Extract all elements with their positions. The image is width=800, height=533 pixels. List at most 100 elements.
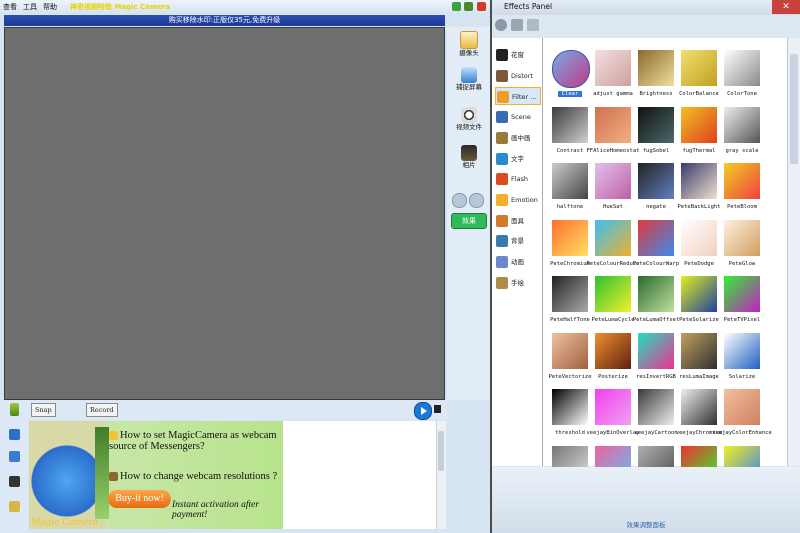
effect-thumbnail (724, 163, 760, 199)
wizard-icon[interactable] (9, 451, 20, 462)
effect-thumbnail (681, 332, 717, 369)
advertisement[interactable]: Magic Camera How to set MagicCamera as w… (29, 421, 283, 529)
category-item[interactable]: 手绘 (495, 274, 541, 292)
play-icon[interactable] (414, 402, 432, 420)
effect-thumbnail (724, 389, 760, 425)
photo-button[interactable]: 相片 (449, 145, 489, 169)
stop-icon[interactable] (434, 405, 441, 413)
window-mode-icon[interactable] (464, 2, 473, 11)
effect-item[interactable]: gray scale (720, 105, 764, 159)
info-icon[interactable] (9, 429, 20, 440)
effect-label: PeteBloom (727, 204, 757, 210)
effect-item[interactable]: Solarize (720, 331, 764, 385)
effect-thumbnail (595, 163, 631, 199)
ad-scrollbar[interactable] (436, 421, 446, 529)
pin-icon[interactable] (10, 403, 19, 416)
ad-logo: Magic Camera (31, 518, 98, 528)
category-item[interactable]: Scene (495, 108, 541, 126)
effects-scroll-thumb[interactable] (790, 54, 798, 164)
category-item[interactable]: 画中画 (495, 129, 541, 147)
category-label: 文字 (511, 154, 524, 163)
ad-scroll-thumb[interactable] (438, 431, 444, 471)
category-item[interactable]: 背景 (495, 232, 541, 250)
effect-thumbnail (724, 276, 760, 312)
ad-side-rail (0, 421, 28, 533)
control-bar: Snap Record (0, 400, 447, 420)
category-item[interactable]: 文字 (495, 150, 541, 168)
next-icon[interactable] (469, 193, 484, 208)
ad-link-webcam-source[interactable]: How to set MagicCamera as webcam source … (109, 430, 281, 452)
effect-label: Solarize (728, 373, 756, 380)
effect-thumbnail (724, 50, 760, 86)
menu-tools[interactable]: 工具 (23, 2, 37, 12)
category-item[interactable]: Flash (495, 170, 541, 188)
effect-thumbnail (552, 276, 588, 312)
category-label: 背景 (511, 237, 524, 246)
category-icon (496, 152, 508, 165)
menu-help[interactable]: 帮助 (43, 2, 57, 12)
effect-label: gray scale (725, 147, 759, 154)
film-icon[interactable] (9, 476, 20, 487)
document-icon[interactable] (9, 501, 20, 512)
effect-item[interactable]: veejayColorEnhance (712, 387, 772, 441)
effects-grid: Clear adjust gamma Brightness ColorBalance C… (543, 38, 787, 482)
category-label: Scene (511, 113, 531, 122)
ad-wizard-image (29, 421, 105, 529)
effect-item[interactable]: PeteBloom (720, 161, 764, 215)
effect-label: ColorTone (727, 91, 757, 97)
category-icon (496, 193, 508, 206)
photo-icon (461, 145, 477, 161)
record-button[interactable]: Record (86, 403, 118, 417)
panel-title: Effects Panel (504, 2, 553, 11)
camera-source-button[interactable]: 摄像头 (449, 31, 489, 57)
add-icon[interactable] (495, 19, 507, 31)
category-item[interactable]: 花窗 (495, 46, 541, 64)
category-item[interactable]: 面具 (495, 212, 541, 230)
category-list: 花窗 Distort Filter ... Scene 画中画文字 Flash Emotio… (492, 38, 543, 466)
effect-item[interactable]: ColorTone (720, 48, 764, 102)
camera-icon (460, 31, 478, 49)
effect-thumbnail (681, 163, 717, 199)
purchase-banner[interactable]: 购买移除水印:正版仅35元,免费升级 (4, 15, 445, 26)
ad-link-resolutions[interactable]: How to change webcam resolutions ? (109, 471, 281, 482)
category-item[interactable]: Filter ... (495, 87, 541, 106)
window-pin-icon[interactable] (452, 2, 461, 11)
effect-thumbnail (724, 106, 760, 143)
effects-button[interactable]: 效果 (451, 213, 487, 229)
category-label: 花窗 (511, 51, 524, 59)
app-title: 神奇视频特效 Magic Camera (70, 3, 171, 11)
effect-item[interactable]: PeteGlow (720, 218, 764, 272)
effects-scrollbar[interactable] (787, 38, 800, 466)
edit-icon[interactable] (511, 19, 523, 31)
effect-thumbnail (552, 106, 588, 143)
effect-thumbnail (552, 219, 588, 256)
video-file-button[interactable]: 视频文件 (449, 107, 489, 131)
effect-item[interactable]: PeteTVPixel (720, 274, 764, 328)
effect-label: veejayColorEnhance (712, 430, 772, 436)
effect-thumbnail (638, 219, 674, 256)
effect-thumbnail (595, 219, 631, 256)
category-label: 画中画 (511, 133, 531, 142)
close-icon[interactable] (477, 2, 486, 11)
ad-product-box (95, 427, 109, 519)
effect-thumbnail (638, 163, 674, 199)
save-icon[interactable] (527, 19, 539, 31)
menu-view[interactable]: 查看 (3, 2, 17, 12)
snap-button[interactable]: Snap (31, 403, 56, 417)
close-icon[interactable]: ✕ (772, 0, 800, 14)
category-item[interactable]: Distort (495, 67, 541, 85)
screen-capture-label: 捕捉屏幕 (456, 83, 482, 91)
effect-label: Clear (558, 91, 582, 97)
previous-icon[interactable] (452, 193, 467, 208)
effect-thumbnail (638, 332, 674, 369)
buy-now-button[interactable]: Buy-it now! (108, 490, 171, 508)
category-icon (496, 111, 508, 124)
source-toolbar: 摄像头 捕捉屏幕 视频文件 相片 效果 (447, 27, 490, 400)
effect-thumbnail (595, 332, 631, 369)
camera-source-label: 摄像头 (459, 49, 479, 57)
ad-blank-area (283, 421, 436, 529)
category-item[interactable]: 动画 (495, 253, 541, 271)
screen-capture-button[interactable]: 捕捉屏幕 (449, 67, 489, 91)
menu-bar: 查看 工具 帮助 神奇视频特效 Magic Camera (0, 0, 490, 14)
category-item[interactable]: Emotion (495, 191, 541, 209)
